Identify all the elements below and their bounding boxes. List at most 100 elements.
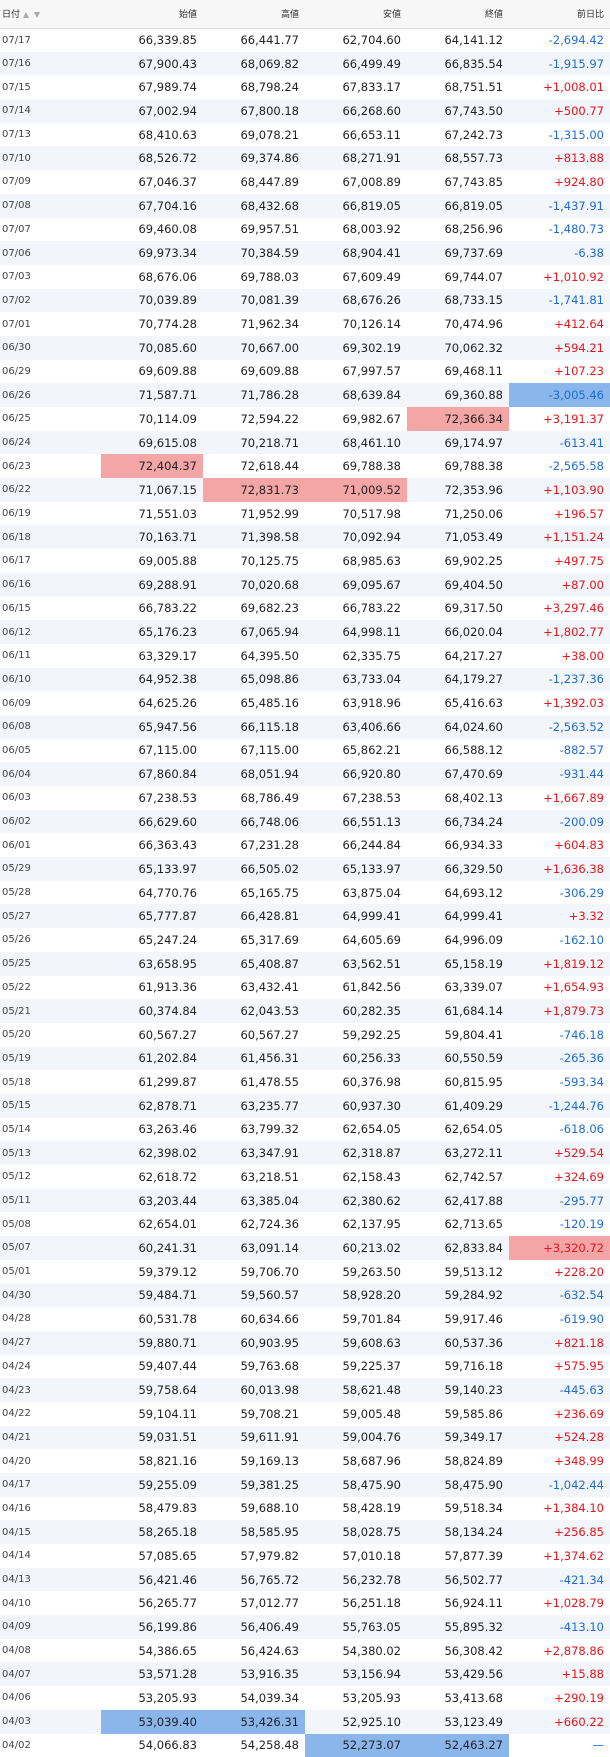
cell-close: 69,737.69 <box>407 241 509 265</box>
cell-change: +324.69 <box>509 1165 610 1189</box>
cell-low: 66,920.80 <box>305 762 407 786</box>
cell-change: +924.80 <box>509 170 610 194</box>
cell-date: 07/14 <box>0 99 101 123</box>
cell-high: 58,585.95 <box>203 1520 305 1544</box>
cell-date: 05/28 <box>0 881 101 905</box>
cell-open: 65,176.23 <box>101 620 203 644</box>
cell-change: -613.41 <box>509 431 610 455</box>
table-row: 04/2259,104.1159,708.2159,005.4859,585.8… <box>0 1402 610 1426</box>
cell-low: 68,985.63 <box>305 549 407 573</box>
cell-high: 54,039.34 <box>203 1686 305 1710</box>
cell-open: 53,205.93 <box>101 1686 203 1710</box>
cell-open: 60,241.31 <box>101 1236 203 1260</box>
cell-open: 59,031.51 <box>101 1426 203 1450</box>
cell-low: 64,605.69 <box>305 928 407 952</box>
cell-open: 70,774.28 <box>101 312 203 336</box>
cell-date: 05/07 <box>0 1236 101 1260</box>
cell-low: 68,461.10 <box>305 431 407 455</box>
cell-open: 67,115.00 <box>101 739 203 763</box>
cell-high: 63,091.14 <box>203 1236 305 1260</box>
sort-descending-icon[interactable] <box>34 12 40 18</box>
table-row: 07/0967,046.3768,447.8967,008.8967,743.8… <box>0 170 610 194</box>
cell-open: 67,238.53 <box>101 786 203 810</box>
cell-close: 59,917.46 <box>407 1307 509 1331</box>
cell-low: 67,833.17 <box>305 75 407 99</box>
cell-change: -618.06 <box>509 1118 610 1142</box>
cell-high: 62,043.53 <box>203 999 305 1023</box>
cell-close: 53,413.68 <box>407 1686 509 1710</box>
cell-date: 06/08 <box>0 715 101 739</box>
header-date[interactable]: 日付 <box>0 0 101 28</box>
cell-high: 66,748.06 <box>203 810 305 834</box>
cell-high: 66,505.02 <box>203 857 305 881</box>
cell-high: 66,441.77 <box>203 28 305 52</box>
cell-low: 60,376.98 <box>305 1070 407 1094</box>
cell-high: 67,065.94 <box>203 620 305 644</box>
cell-close: 62,417.88 <box>407 1189 509 1213</box>
cell-open: 59,255.09 <box>101 1473 203 1497</box>
cell-date: 06/16 <box>0 573 101 597</box>
cell-date: 06/29 <box>0 360 101 384</box>
cell-date: 07/09 <box>0 170 101 194</box>
cell-low: 66,244.84 <box>305 833 407 857</box>
cell-close: 59,585.86 <box>407 1402 509 1426</box>
cell-close: 66,835.54 <box>407 52 509 76</box>
cell-change: -120.19 <box>509 1212 610 1236</box>
cell-change: +412.64 <box>509 312 610 336</box>
cell-open: 67,860.84 <box>101 762 203 786</box>
table-row: 07/1368,410.6369,078.2166,653.1167,242.7… <box>0 123 610 147</box>
table-row: 07/0170,774.2871,962.3470,126.1470,474.9… <box>0 312 610 336</box>
cell-low: 62,704.60 <box>305 28 407 52</box>
cell-date: 06/22 <box>0 478 101 502</box>
cell-high: 65,317.69 <box>203 928 305 952</box>
cell-high: 68,798.24 <box>203 75 305 99</box>
cell-close: 65,158.19 <box>407 952 509 976</box>
cell-close: 64,217.27 <box>407 644 509 668</box>
cell-high: 72,618.44 <box>203 454 305 478</box>
cell-change: -413.10 <box>509 1615 610 1639</box>
cell-high: 59,763.68 <box>203 1355 305 1379</box>
cell-date: 05/22 <box>0 976 101 1000</box>
table-row: 06/2570,114.0972,594.2269,982.6772,366.3… <box>0 407 610 431</box>
cell-high: 68,786.49 <box>203 786 305 810</box>
cell-close: 59,284.92 <box>407 1283 509 1307</box>
cell-open: 66,783.22 <box>101 597 203 621</box>
cell-date: 07/17 <box>0 28 101 52</box>
cell-date: 07/08 <box>0 194 101 218</box>
cell-low: 58,028.75 <box>305 1520 407 1544</box>
cell-open: 65,947.56 <box>101 715 203 739</box>
cell-open: 62,618.72 <box>101 1165 203 1189</box>
cell-change: +575.95 <box>509 1355 610 1379</box>
cell-low: 66,499.49 <box>305 52 407 76</box>
cell-open: 62,398.02 <box>101 1141 203 1165</box>
cell-close: 69,174.97 <box>407 431 509 455</box>
sort-ascending-icon[interactable] <box>23 12 29 18</box>
table-row: 07/0368,676.0669,788.0367,609.4969,744.0… <box>0 265 610 289</box>
cell-high: 59,611.91 <box>203 1426 305 1450</box>
table-row: 05/1262,618.7263,218.5162,158.4362,742.5… <box>0 1165 610 1189</box>
cell-close: 67,743.50 <box>407 99 509 123</box>
cell-change: -1,237.36 <box>509 668 610 692</box>
cell-date: 07/03 <box>0 265 101 289</box>
cell-date: 06/25 <box>0 407 101 431</box>
cell-date: 04/27 <box>0 1331 101 1355</box>
table-row: 06/0266,629.6066,748.0666,551.1366,734.2… <box>0 810 610 834</box>
cell-date: 05/12 <box>0 1165 101 1189</box>
table-row: 04/1356,421.4656,765.7256,232.7856,502.7… <box>0 1568 610 1592</box>
header-open: 始値 <box>101 0 203 28</box>
cell-date: 06/09 <box>0 691 101 715</box>
cell-date: 04/08 <box>0 1639 101 1663</box>
cell-high: 69,374.86 <box>203 146 305 170</box>
cell-low: 55,763.05 <box>305 1615 407 1639</box>
cell-change: -1,741.81 <box>509 289 610 313</box>
cell-close: 71,250.06 <box>407 502 509 526</box>
cell-high: 67,231.28 <box>203 833 305 857</box>
cell-open: 64,625.26 <box>101 691 203 715</box>
cell-open: 63,658.95 <box>101 952 203 976</box>
cell-close: 57,877.39 <box>407 1544 509 1568</box>
table-row: 05/1163,203.4463,385.0462,380.6262,417.8… <box>0 1189 610 1213</box>
cell-high: 63,235.77 <box>203 1094 305 1118</box>
table-row: 06/1163,329.1764,395.5062,335.7564,217.2… <box>0 644 610 668</box>
cell-date: 04/02 <box>0 1734 101 1757</box>
cell-high: 69,682.23 <box>203 597 305 621</box>
